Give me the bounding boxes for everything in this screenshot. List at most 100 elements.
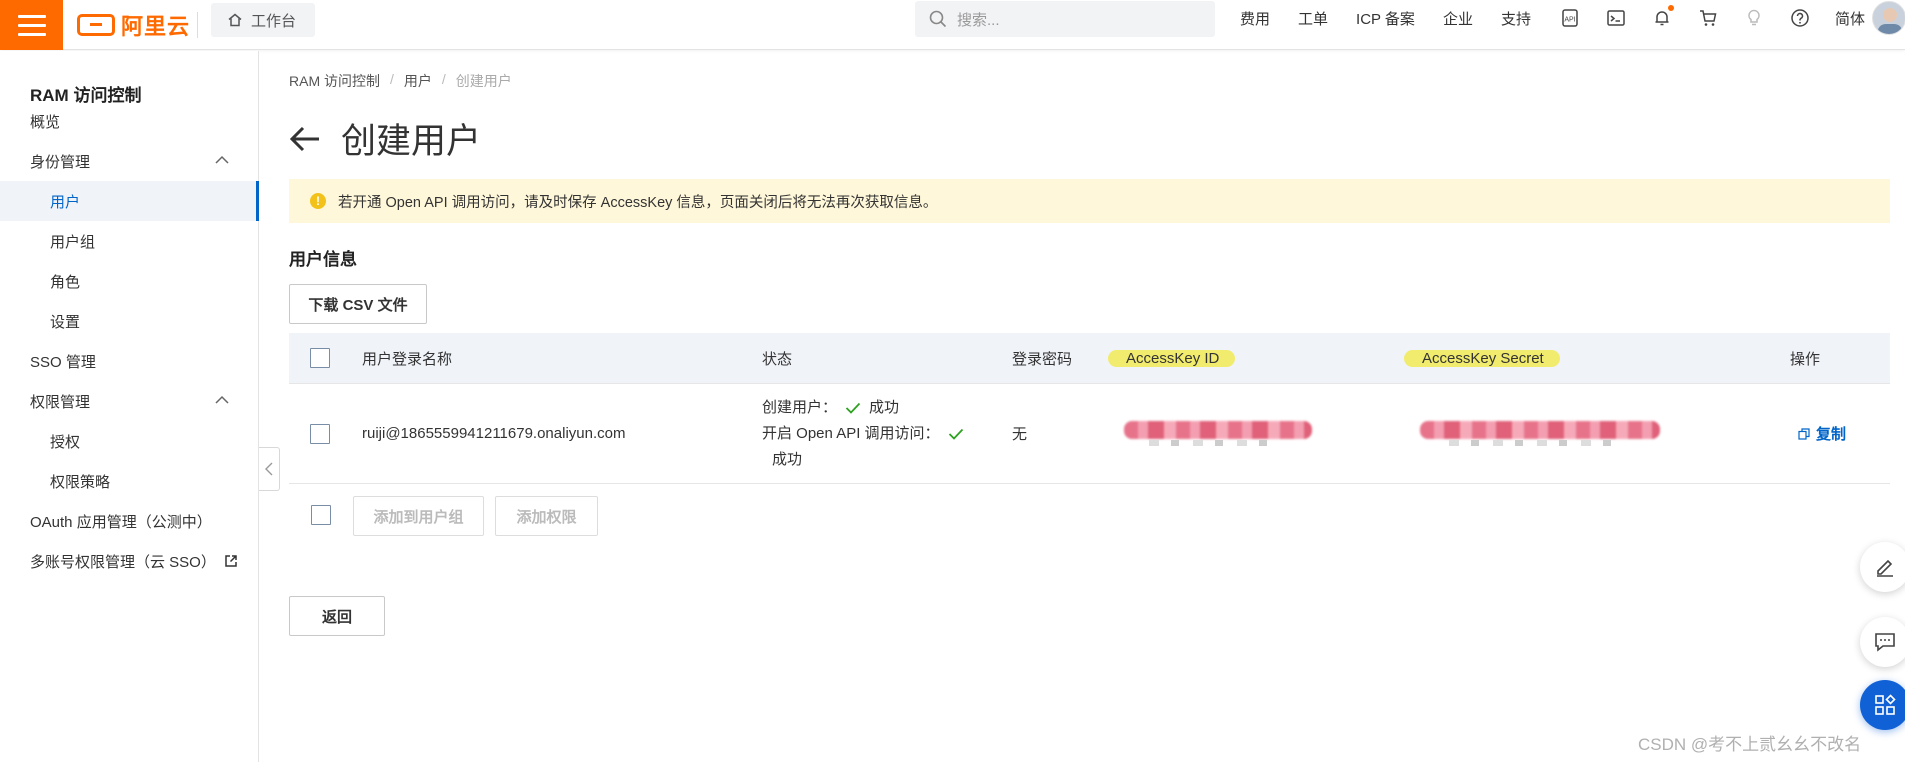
status-api-label: 开启 Open API 调用访问： xyxy=(762,424,940,442)
help-icon[interactable] xyxy=(1789,7,1811,29)
sidebar: RAM 访问控制 概览 身份管理 用户 用户组 角色 设置 SSO 管理 权限管… xyxy=(0,51,259,762)
status-open-api: 开启 Open API 调用访问： xyxy=(762,421,964,447)
sidebar-item-label: 授权 xyxy=(50,433,81,451)
apps-button[interactable] xyxy=(1860,680,1905,730)
sidebar-collapse-button[interactable] xyxy=(259,447,280,491)
add-permission-button[interactable]: 添加权限 xyxy=(495,496,598,536)
column-header-accesskey-id: AccessKey ID xyxy=(1108,333,1236,383)
avatar[interactable] xyxy=(1872,1,1905,35)
sidebar-item-label: 设置 xyxy=(50,313,81,331)
nav-support[interactable]: 支持 xyxy=(1501,8,1531,29)
breadcrumb-separator: / xyxy=(441,71,446,87)
sidebar-item-policies[interactable]: 权限策略 xyxy=(0,461,259,501)
chevron-left-icon xyxy=(265,462,273,476)
home-icon xyxy=(228,13,242,27)
feedback-edit-button[interactable] xyxy=(1860,542,1905,592)
add-to-group-button[interactable]: 添加到用户组 xyxy=(353,496,484,536)
chat-icon xyxy=(1875,633,1895,652)
svg-text:API: API xyxy=(1564,17,1575,24)
top-nav-links: 费用 工单 ICP 备案 企业 支持 API 简体 xyxy=(1240,0,1893,36)
back-button[interactable]: 返回 xyxy=(289,596,385,636)
column-header-actions: 操作 xyxy=(1790,350,1821,368)
section-title: 用户信息 xyxy=(289,250,357,269)
nav-icp[interactable]: ICP 备案 xyxy=(1356,8,1415,29)
page-header: 创建用户 xyxy=(289,113,481,164)
download-csv-button[interactable]: 下载 CSV 文件 xyxy=(289,284,427,324)
external-link-icon xyxy=(225,555,237,567)
sidebar-item-label: 用户组 xyxy=(50,233,96,251)
nav-tickets[interactable]: 工单 xyxy=(1298,8,1328,29)
footer-select-checkbox[interactable] xyxy=(311,505,331,525)
warning-icon: ! xyxy=(310,193,326,209)
copy-label: 复制 xyxy=(1816,426,1847,443)
sidebar-item-settings[interactable]: 设置 xyxy=(0,301,259,341)
password-cell: 无 xyxy=(1012,426,1028,443)
copy-action[interactable]: 复制 xyxy=(1798,384,1846,483)
nav-fees[interactable]: 费用 xyxy=(1240,8,1270,29)
sidebar-item-roles[interactable]: 角色 xyxy=(0,261,259,301)
notification-dot xyxy=(1667,5,1674,11)
sidebar-item-label: 身份管理 xyxy=(30,153,91,171)
search-input[interactable]: 搜索... xyxy=(915,1,1215,37)
sidebar-item-user-groups[interactable]: 用户组 xyxy=(0,221,259,261)
breadcrumb-separator: / xyxy=(390,71,394,87)
workbench-label: 工作台 xyxy=(251,12,297,30)
sidebar-item-users[interactable]: 用户 xyxy=(0,181,259,221)
edit-icon xyxy=(1877,559,1893,577)
sidebar-item-overview[interactable]: 概览 xyxy=(0,101,259,141)
logo-mark-icon xyxy=(77,14,115,36)
menu-icon[interactable] xyxy=(0,0,63,50)
nav-enterprise[interactable]: 企业 xyxy=(1443,8,1473,29)
check-icon xyxy=(845,402,861,414)
cart-icon[interactable] xyxy=(1697,7,1719,29)
status-create-user: 创建用户： 成功 xyxy=(762,395,899,421)
alert-text: 若开通 Open API 调用访问，请及时保存 AccessKey 信息，页面关… xyxy=(338,194,938,211)
accesskey-secret-highlight: AccessKey Secret xyxy=(1404,349,1560,367)
sidebar-item-label: 角色 xyxy=(50,273,81,291)
sidebar-item-permissions[interactable]: 权限管理 xyxy=(0,381,259,421)
back-arrow-icon[interactable] xyxy=(289,125,321,153)
chevron-up-icon xyxy=(215,395,229,404)
copy-icon xyxy=(1798,427,1810,440)
breadcrumb-users[interactable]: 用户 xyxy=(404,71,432,91)
copy-link[interactable]: 复制 xyxy=(1798,423,1846,444)
status-api-result: 成功 xyxy=(762,447,802,473)
breadcrumb-ram[interactable]: RAM 访问控制 xyxy=(289,71,380,91)
accesskey-secret-redacted-shadow xyxy=(1449,440,1619,446)
logo-text: 阿里云 xyxy=(121,14,191,39)
status-cell: 创建用户： 成功 开启 Open API 调用访问： 成功 xyxy=(762,384,964,483)
column-header-accesskey-secret: AccessKey Secret xyxy=(1404,333,1560,383)
sidebar-item-oauth[interactable]: OAuth 应用管理（公测中） xyxy=(0,501,259,541)
sidebar-item-label: 概览 xyxy=(30,113,61,131)
table-row: ruiji@1865559941211679.onaliyun.com 创建用户… xyxy=(289,384,1890,484)
sidebar-item-label: 多账号权限管理（云 SSO） xyxy=(30,553,216,571)
api-icon[interactable]: API xyxy=(1559,7,1581,29)
user-info-table: 用户登录名称 状态 登录密码 AccessKey ID AccessKey Se… xyxy=(289,333,1890,484)
sidebar-item-label: 用户 xyxy=(50,193,81,211)
row-checkbox[interactable] xyxy=(310,384,330,483)
sidebar-item-grants[interactable]: 授权 xyxy=(0,421,259,461)
warning-alert: ! 若开通 Open API 调用访问，请及时保存 AccessKey 信息，页… xyxy=(289,179,1890,223)
status-create-value: 成功 xyxy=(869,398,900,416)
search-icon xyxy=(929,10,947,28)
language-switch[interactable]: 简体 xyxy=(1835,8,1865,29)
workbench-button[interactable]: 工作台 xyxy=(211,3,315,37)
sidebar-item-identity[interactable]: 身份管理 xyxy=(0,141,259,181)
chat-button[interactable] xyxy=(1860,617,1905,667)
aliyun-logo[interactable]: 阿里云 xyxy=(77,6,190,44)
check-icon xyxy=(948,428,963,440)
accesskey-id-redacted xyxy=(1124,421,1312,439)
select-all-checkbox[interactable] xyxy=(310,333,330,383)
page-title: 创建用户 xyxy=(341,122,482,161)
sidebar-item-sso[interactable]: SSO 管理 xyxy=(0,341,259,381)
breadcrumb: RAM 访问控制 / 用户 / 创建用户 xyxy=(289,71,512,91)
sidebar-item-cloud-sso[interactable]: 多账号权限管理（云 SSO） xyxy=(0,541,259,581)
column-header-login-name: 用户登录名称 xyxy=(362,350,453,368)
search-placeholder: 搜索... xyxy=(957,11,1000,29)
terminal-icon[interactable] xyxy=(1605,7,1627,29)
bell-icon[interactable] xyxy=(1651,5,1674,29)
sidebar-item-label: OAuth 应用管理（公测中） xyxy=(30,513,212,531)
apps-icon xyxy=(1875,694,1896,715)
top-navbar: 阿里云 工作台 搜索... 费用 工单 ICP 备案 企业 支持 API 简体 xyxy=(0,0,1905,50)
lightbulb-icon[interactable] xyxy=(1743,7,1765,29)
